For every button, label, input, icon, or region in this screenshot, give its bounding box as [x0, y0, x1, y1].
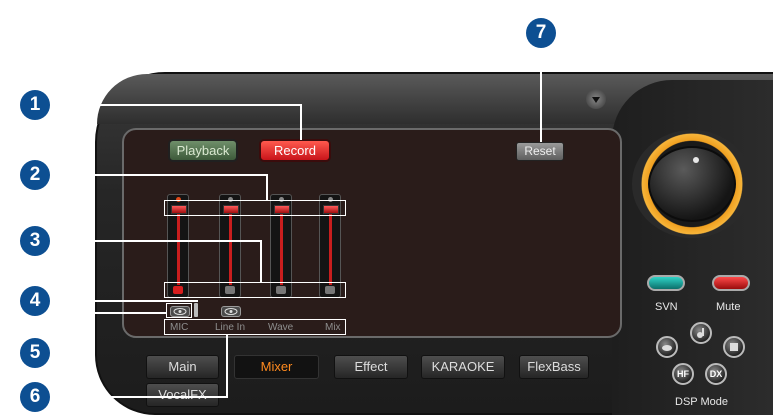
- callout-marker-2: 2: [20, 160, 50, 190]
- tab-mixer[interactable]: Mixer: [234, 355, 319, 379]
- callout-line-2: [46, 174, 268, 176]
- callout-marker-3: 3: [20, 226, 50, 256]
- callout-box-3: [164, 282, 346, 298]
- callout-line-3: [46, 240, 262, 242]
- record-button[interactable]: Record: [259, 139, 331, 162]
- line-in-monitor-toggle[interactable]: [221, 306, 241, 317]
- callout-line-6: [46, 396, 228, 398]
- callout-marker-6: 6: [20, 382, 50, 412]
- reset-button[interactable]: Reset: [516, 142, 564, 161]
- callout-line-5b: [71, 312, 73, 354]
- callout-line-1: [46, 104, 302, 106]
- callout-line-4: [46, 300, 198, 302]
- master-volume-knob[interactable]: [648, 146, 736, 222]
- svn-toggle[interactable]: [647, 275, 685, 291]
- callout-line-7: [540, 46, 542, 142]
- dsp-mode-3-button[interactable]: [723, 336, 745, 358]
- dsp-hf-button[interactable]: HF: [672, 363, 694, 385]
- callout-box-5: [166, 303, 192, 318]
- chevron-down-icon[interactable]: [586, 89, 606, 109]
- callout-box-6: [164, 319, 346, 335]
- mic-boost-indicator[interactable]: [194, 303, 198, 317]
- callout-box-2: [164, 200, 346, 216]
- dsp-mode-1-button[interactable]: [656, 336, 678, 358]
- mute-toggle[interactable]: [712, 275, 750, 291]
- callout-line-3b: [260, 240, 262, 283]
- tab-karaoke[interactable]: KARAOKE: [421, 355, 505, 379]
- dsp-dx-button[interactable]: DX: [705, 363, 727, 385]
- knob-indicator-dot: [693, 157, 699, 163]
- tab-flexbass[interactable]: FlexBass: [519, 355, 589, 379]
- tab-effect[interactable]: Effect: [334, 355, 408, 379]
- callout-marker-5: 5: [20, 338, 50, 368]
- callout-marker-4: 4: [20, 286, 50, 316]
- eye-icon: [224, 308, 238, 315]
- callout-marker-1: 1: [20, 90, 50, 120]
- svn-label: SVN: [655, 301, 678, 313]
- callout-marker-7: 7: [526, 18, 556, 48]
- dsp-mode-2-button[interactable]: [690, 322, 712, 344]
- callout-line-1b: [300, 104, 302, 140]
- callout-line-6b: [226, 335, 228, 398]
- mute-label: Mute: [716, 301, 741, 313]
- tab-main[interactable]: Main: [146, 355, 219, 379]
- tab-vocalfx[interactable]: VocalFX: [146, 383, 219, 407]
- callout-line-5c: [71, 312, 167, 314]
- callout-line-2b: [266, 174, 268, 201]
- dsp-mode-label: DSP Mode: [675, 396, 728, 408]
- playback-button[interactable]: Playback: [168, 139, 238, 162]
